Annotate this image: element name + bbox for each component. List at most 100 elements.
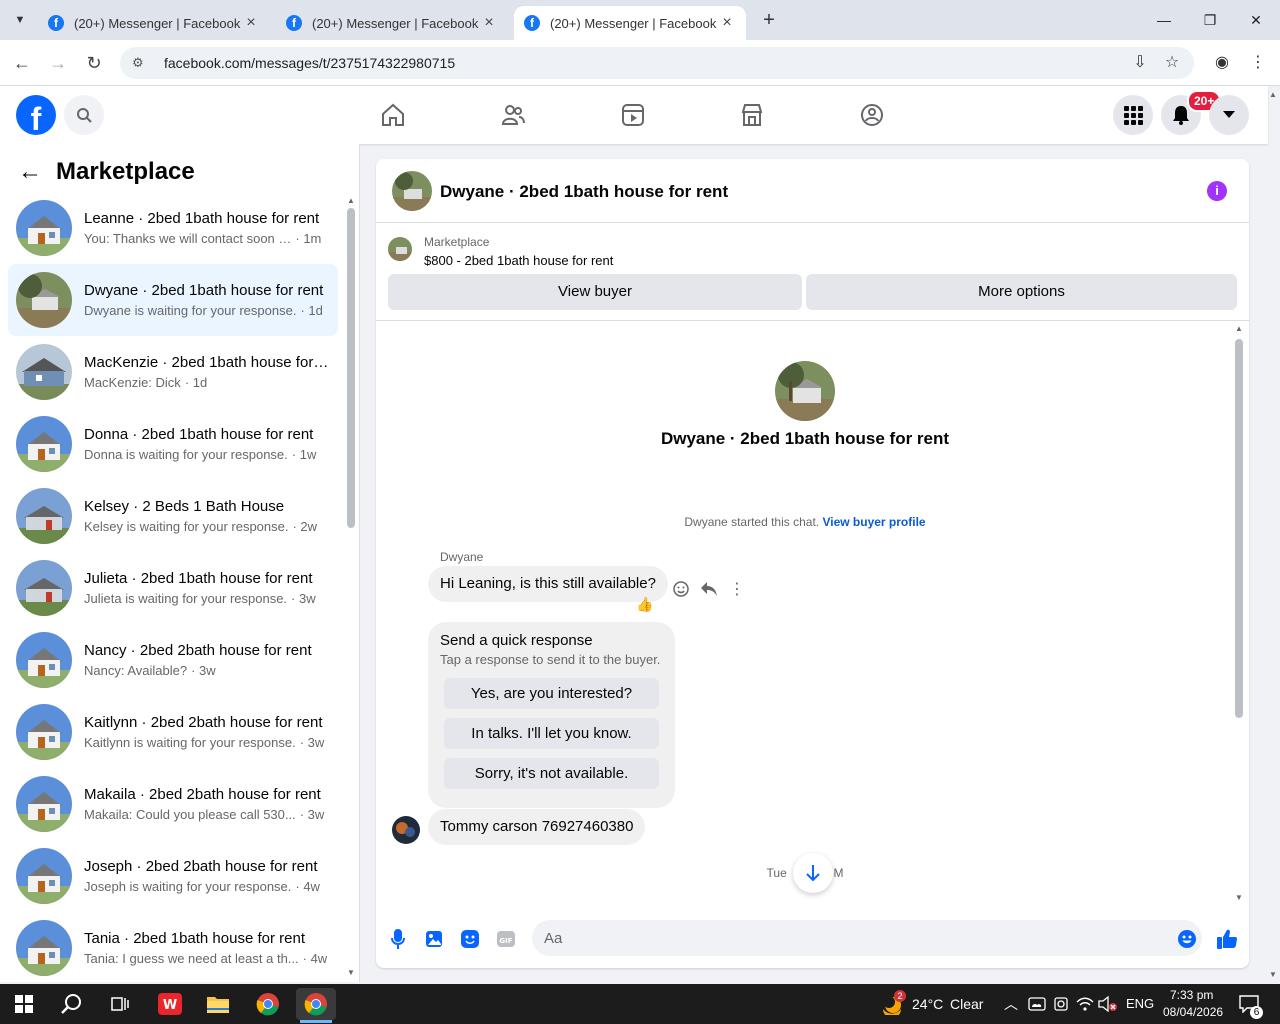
quick-reply-in-talks[interactable]: In talks. I'll let you know. [444, 718, 659, 749]
clock-time[interactable]: 7:33 pm [1170, 988, 1213, 1002]
message-bubble[interactable]: Tommy carson 76927460380 [428, 809, 646, 845]
emoji-icon[interactable] [1176, 928, 1198, 950]
message-bubble[interactable]: Hi Leaning, is this still available? [428, 566, 668, 602]
minimize-button[interactable]: — [1144, 8, 1184, 32]
conversation-item[interactable]: Tania · 2bed 1bath house for rent Tania: … [8, 912, 338, 982]
conversation-item[interactable]: Dwyane · 2bed 1bath house for rent Dwyane… [8, 264, 338, 336]
conversation-item[interactable]: Julieta · 2bed 1bath house for rent Julie… [8, 552, 338, 624]
sidebar-header: ← Marketplace [18, 158, 195, 186]
task-view-icon[interactable] [100, 988, 140, 1020]
chrome-icon[interactable] [248, 988, 288, 1020]
timestamp-day: Tue [766, 866, 787, 880]
onedrive-icon[interactable] [1026, 988, 1048, 1020]
conversation-item[interactable]: Donna · 2bed 1bath house for rent Donna i… [8, 408, 338, 480]
conversation-item[interactable]: Kelsey · 2 Beds 1 Bath House Kelsey is wa… [8, 480, 338, 552]
like-thumb-icon[interactable] [1216, 928, 1238, 950]
conversation-item[interactable]: MacKenzie · 2bed 1bath house for rent Mac… [8, 336, 338, 408]
reload-icon[interactable]: ↻ [82, 51, 106, 75]
clock-date[interactable]: 08/04/2026 [1163, 1005, 1223, 1019]
view-buyer-button[interactable]: View buyer [388, 274, 802, 310]
bookmark-star-icon[interactable]: ☆ [1160, 51, 1184, 75]
conversation-snippet: You: Thanks we will contact soon … · 1m [84, 231, 330, 246]
page-scroll-up-icon[interactable]: ▲ [1269, 90, 1277, 99]
conversation-item[interactable]: Kaitlynn · 2bed 2bath house for rent Kait… [8, 696, 338, 768]
scroll-up-arrow-icon[interactable]: ▲ [347, 196, 355, 205]
conversation-title: Makaila · 2bed 2bath house for rent [84, 786, 321, 803]
wps-office-icon[interactable]: W [150, 988, 190, 1020]
groups-icon[interactable] [857, 100, 887, 130]
scroll-down-arrow-icon[interactable]: ▼ [1235, 893, 1243, 902]
thumbs-up-reaction[interactable]: 👍 [636, 596, 653, 613]
scroll-down-arrow-icon[interactable]: ▼ [347, 968, 355, 977]
sidebar-scrollbar[interactable] [347, 208, 355, 528]
browser-tab-2[interactable]: f (20+) Messenger | Facebook × [276, 6, 508, 40]
listing-name: $800 - 2bed 1bath house for rent [424, 253, 614, 268]
account-button[interactable] [1209, 95, 1249, 135]
conversation-snippet: Kaitlynn is waiting for your response. · … [84, 735, 330, 750]
tab-search-icon[interactable]: ▼ [8, 8, 32, 32]
site-settings-icon[interactable]: ⚙ [132, 55, 150, 71]
wifi-icon[interactable] [1074, 988, 1096, 1020]
back-icon[interactable]: ← [10, 51, 34, 75]
quick-reply-not-available[interactable]: Sorry, it's not available. [444, 758, 659, 789]
buyer-avatar [775, 361, 835, 421]
friends-icon[interactable] [498, 100, 528, 130]
show-hidden-icons-chevron-icon[interactable]: ︿ [1004, 994, 1018, 1014]
weather-temperature[interactable]: 24°C [912, 996, 943, 1012]
chat-title[interactable]: Dwyane · 2bed 1bath house for rent [440, 182, 728, 202]
url-field[interactable]: ⚙ facebook.com/messages/t/23751743229807… [120, 47, 1194, 79]
weather-description[interactable]: Clear [950, 996, 983, 1012]
more-actions-icon[interactable]: ⋮ [725, 577, 749, 601]
browser-tab-1[interactable]: f (20+) Messenger | Facebook × [38, 6, 270, 40]
reply-icon[interactable] [697, 577, 721, 601]
conversation-item[interactable]: Nancy · 2bed 2bath house for rent Nancy: … [8, 624, 338, 696]
browser-tab-3[interactable]: f (20+) Messenger | Facebook × [514, 6, 746, 40]
windows-start-icon[interactable] [4, 988, 44, 1020]
browser-menu-icon[interactable]: ⋮ [1246, 51, 1270, 75]
language-indicator[interactable]: ENG [1126, 996, 1154, 1011]
conversation-item[interactable]: Makaila · 2bed 2bath house for rent Makai… [8, 768, 338, 840]
install-app-icon[interactable]: ⇩ [1128, 51, 1152, 75]
page-scroll-down-icon[interactable]: ▼ [1269, 970, 1277, 979]
listing-thumbnail [16, 416, 72, 472]
sticker-icon[interactable] [459, 928, 481, 950]
tab-close-icon[interactable]: × [242, 14, 260, 32]
back-arrow-icon[interactable]: ← [18, 158, 42, 186]
conversation-title: Dwyane · 2bed 1bath house for rent [84, 282, 324, 299]
home-icon[interactable] [378, 100, 408, 130]
microphone-icon[interactable] [387, 928, 409, 950]
tab-close-icon[interactable]: × [718, 14, 736, 32]
thread-scrollbar[interactable] [1235, 339, 1243, 718]
marketplace-icon[interactable] [737, 100, 767, 130]
chat-avatar[interactable] [392, 171, 432, 211]
chrome-profile-icon[interactable] [296, 988, 336, 1020]
restore-button[interactable]: ❐ [1190, 8, 1230, 32]
conversation-item[interactable]: Leanne · 2bed 1bath house for rent You: T… [8, 192, 338, 264]
camera-icon[interactable] [1050, 988, 1072, 1020]
volume-muted-icon[interactable] [1096, 988, 1120, 1020]
view-buyer-profile-link[interactable]: View buyer profile [822, 515, 925, 529]
search-button[interactable] [64, 95, 104, 135]
facebook-favicon-icon: f [48, 15, 64, 31]
file-explorer-icon[interactable] [198, 988, 238, 1020]
info-icon[interactable]: i [1207, 181, 1227, 201]
video-icon[interactable] [618, 100, 648, 130]
gif-icon[interactable]: GIF [495, 928, 517, 950]
search-icon[interactable] [52, 988, 92, 1020]
snippet-time: · 1d [300, 303, 323, 318]
forward-icon[interactable]: → [46, 51, 70, 75]
tab-close-icon[interactable]: × [480, 14, 498, 32]
profile-icon[interactable]: ◉ [1210, 51, 1234, 75]
message-input[interactable] [532, 920, 1202, 956]
more-options-button[interactable]: More options [806, 274, 1237, 310]
scroll-to-bottom-button[interactable] [793, 853, 833, 893]
image-icon[interactable] [423, 928, 445, 950]
facebook-logo-icon[interactable]: f [16, 95, 56, 135]
new-tab-button[interactable]: + [757, 8, 781, 32]
scroll-up-arrow-icon[interactable]: ▲ [1235, 324, 1243, 333]
conversation-item[interactable]: Joseph · 2bed 2bath house for rent Joseph… [8, 840, 338, 912]
menu-grid-button[interactable] [1113, 95, 1153, 135]
react-icon[interactable] [669, 577, 693, 601]
quick-reply-interested[interactable]: Yes, are you interested? [444, 678, 659, 709]
close-window-button[interactable]: ✕ [1236, 8, 1276, 32]
